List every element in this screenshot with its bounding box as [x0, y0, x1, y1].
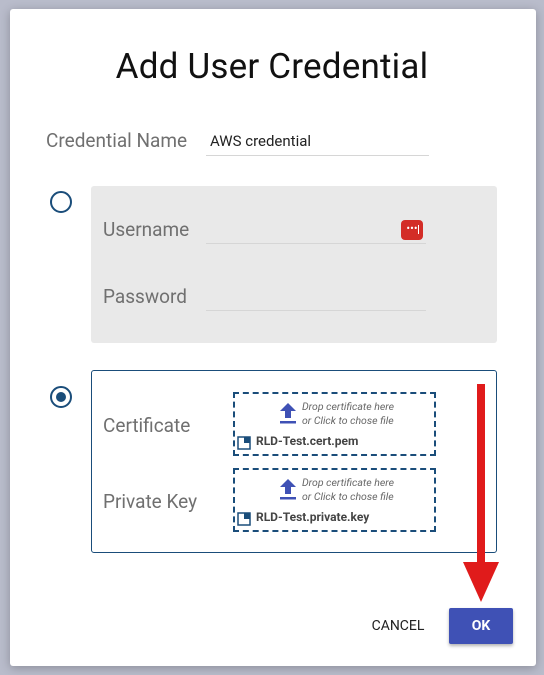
password-option-radio[interactable]	[50, 191, 72, 213]
annotation-arrow-icon	[463, 384, 499, 602]
dropzone-hint: Drop certificate here or Click to chose …	[302, 476, 394, 503]
credential-name-label: Credential Name	[46, 129, 188, 152]
dialog-title: Add User Credential	[115, 46, 429, 87]
certificate-dropzone[interactable]: Drop certificate here or Click to chose …	[233, 392, 436, 456]
certificate-option-radio[interactable]	[50, 386, 72, 408]
cancel-button[interactable]: CANCEL	[366, 612, 430, 640]
private-key-file-name: RLD-Test.private.key	[256, 510, 370, 524]
username-input[interactable]	[206, 243, 426, 244]
certificate-label: Certificate	[103, 414, 191, 437]
certificate-file-name: RLD-Test.cert.pem	[256, 434, 359, 448]
password-label: Password	[103, 285, 187, 308]
private-key-dropzone[interactable]: Drop certificate here or Click to chose …	[233, 468, 436, 532]
username-password-panel	[91, 186, 497, 343]
credential-name-underline	[206, 155, 429, 156]
credential-name-input[interactable]: AWS credential	[210, 132, 311, 150]
upload-icon	[280, 479, 296, 500]
password-input[interactable]	[206, 310, 426, 311]
private-key-label: Private Key	[103, 490, 198, 513]
lastpass-icon[interactable]: •••	[401, 220, 423, 240]
radio-selected-dot	[56, 392, 66, 402]
ok-button[interactable]: OK	[449, 608, 513, 644]
file-icon	[237, 512, 251, 526]
dropzone-hint: Drop certificate here or Click to chose …	[302, 400, 394, 427]
file-icon	[237, 436, 251, 450]
upload-icon	[280, 403, 296, 424]
username-label: Username	[103, 218, 190, 241]
